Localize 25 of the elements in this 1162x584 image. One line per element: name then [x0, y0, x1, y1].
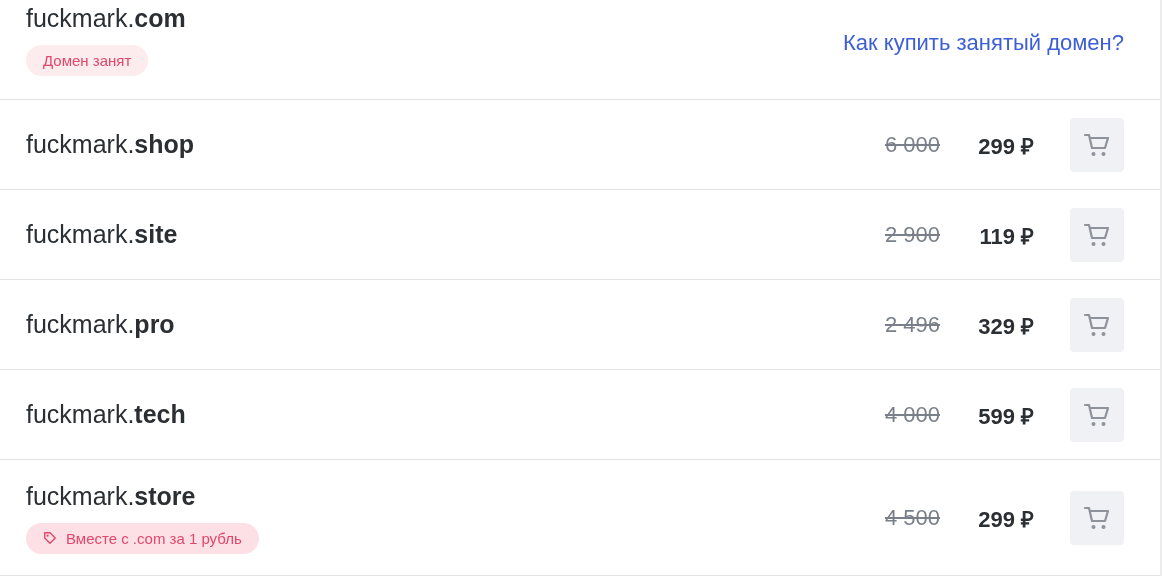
old-price: 4 000 — [884, 401, 940, 428]
old-price: 2 496 — [884, 311, 940, 338]
domain-name: fuckmark.tech — [26, 400, 186, 429]
price: 329 ₽ — [977, 312, 1034, 340]
domain-name: fuckmark.shop — [26, 130, 195, 159]
price: 599 ₽ — [977, 402, 1034, 430]
help-link[interactable]: Как купить занятый домен? — [843, 30, 1124, 56]
price: 299 ₽ — [977, 505, 1034, 533]
cart-button[interactable] — [1070, 207, 1124, 262]
price: 119 ₽ — [978, 222, 1034, 250]
status-badge: Домен занят — [26, 45, 149, 76]
old-price: 4 500 — [884, 504, 940, 531]
old-price: 6 000 — [884, 131, 940, 158]
domain-name: fuckmark.site — [26, 220, 178, 249]
domain-name: fuckmark.store — [26, 481, 196, 511]
domain-name: fuckmark.com — [26, 4, 186, 33]
cart-button[interactable] — [1070, 490, 1124, 545]
old-price: 2 900 — [884, 221, 940, 248]
cart-button[interactable] — [1070, 297, 1124, 352]
tag-icon — [43, 531, 57, 545]
domain-name: fuckmark.pro — [26, 310, 175, 339]
cart-button[interactable] — [1070, 117, 1124, 172]
promo-text: Вместе с .com за 1 рубль — [66, 529, 242, 547]
price: 299 ₽ — [977, 132, 1034, 160]
cart-button[interactable] — [1070, 387, 1124, 442]
